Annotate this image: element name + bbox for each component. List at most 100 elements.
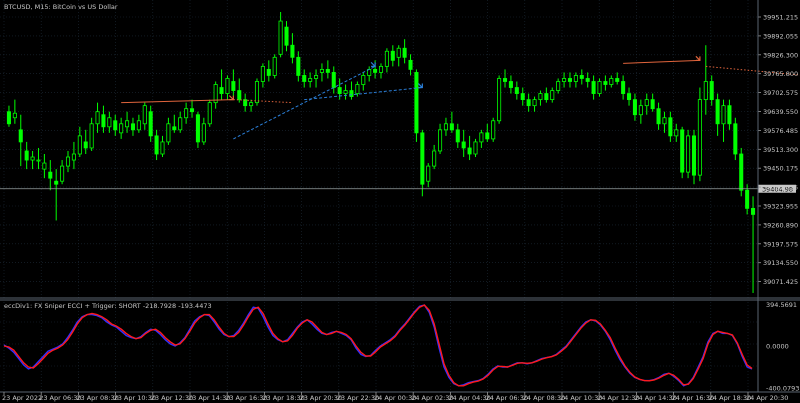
candle[interactable] [325, 60, 330, 79]
candle[interactable] [715, 93, 720, 136]
candle[interactable] [550, 87, 555, 103]
candle[interactable] [343, 84, 348, 100]
candle[interactable] [367, 66, 372, 82]
candle[interactable] [308, 72, 313, 88]
candle[interactable] [615, 72, 620, 85]
candle[interactable] [278, 12, 283, 58]
indicator-lines[interactable] [3, 304, 753, 387]
candle[interactable] [296, 51, 301, 82]
candle[interactable] [680, 126, 685, 179]
candle[interactable] [414, 69, 419, 142]
candle[interactable] [213, 81, 218, 109]
candle[interactable] [71, 141, 76, 170]
candle[interactable] [6, 105, 11, 127]
candle[interactable] [497, 75, 502, 124]
candle[interactable] [65, 150, 71, 173]
candle[interactable] [420, 129, 425, 197]
candle[interactable] [24, 141, 29, 170]
candle[interactable] [656, 102, 661, 130]
candle[interactable] [178, 111, 183, 133]
candle[interactable] [390, 45, 395, 67]
candle[interactable] [627, 87, 632, 106]
candle[interactable] [30, 150, 35, 170]
candle[interactable] [674, 123, 679, 142]
candle[interactable] [77, 126, 82, 158]
candle[interactable] [166, 117, 171, 145]
candle[interactable] [603, 75, 608, 91]
candle[interactable] [249, 99, 254, 112]
candle[interactable] [479, 129, 484, 148]
candle[interactable] [721, 99, 726, 142]
candle[interactable] [455, 123, 460, 148]
candle[interactable] [532, 96, 537, 112]
candle[interactable] [260, 63, 265, 88]
candle[interactable] [125, 111, 130, 133]
candle[interactable] [632, 93, 637, 121]
candle[interactable] [526, 93, 531, 112]
candle[interactable] [432, 144, 437, 170]
candle[interactable] [438, 123, 443, 154]
trend-line[interactable] [623, 59, 700, 64]
chart-window[interactable]: BTCUSD, M15: BitCoin vs US Dollar 39404.… [0, 0, 800, 403]
candle[interactable] [60, 160, 65, 185]
candle[interactable] [485, 123, 490, 142]
candle[interactable] [703, 45, 708, 115]
candle[interactable] [48, 160, 53, 191]
candle[interactable] [136, 114, 141, 133]
candle[interactable] [686, 129, 691, 179]
candle[interactable] [95, 102, 100, 133]
candle[interactable] [89, 117, 94, 151]
candle[interactable] [514, 81, 519, 100]
candle[interactable] [402, 39, 407, 64]
candle[interactable] [290, 33, 295, 64]
candle[interactable] [467, 135, 472, 161]
candle[interactable] [189, 99, 195, 118]
candle[interactable] [142, 102, 147, 130]
candle[interactable] [284, 21, 289, 52]
candle[interactable] [668, 111, 673, 142]
indicator-series-ecci[interactable] [3, 304, 753, 387]
candle[interactable] [384, 48, 389, 73]
candle[interactable] [266, 60, 271, 82]
candle[interactable] [408, 54, 413, 76]
candle[interactable] [113, 114, 118, 136]
candle[interactable] [449, 111, 454, 133]
candle[interactable] [709, 75, 714, 106]
candle[interactable] [508, 75, 513, 94]
candle[interactable] [591, 75, 596, 100]
candle[interactable] [272, 54, 277, 79]
candle[interactable] [319, 63, 324, 82]
candle[interactable] [520, 87, 525, 106]
candle[interactable] [567, 72, 573, 88]
trend-line[interactable] [233, 99, 293, 104]
candle[interactable] [207, 99, 212, 127]
candle[interactable] [184, 102, 189, 124]
candle[interactable] [579, 69, 584, 85]
candle[interactable] [621, 75, 626, 100]
candle[interactable] [225, 75, 230, 100]
candle[interactable] [119, 117, 124, 139]
candle[interactable] [148, 105, 153, 142]
candle[interactable] [544, 87, 549, 103]
candle[interactable] [302, 69, 307, 88]
candle[interactable] [697, 87, 702, 182]
candle[interactable] [650, 93, 655, 112]
candle[interactable] [727, 99, 732, 130]
candle[interactable] [54, 169, 59, 221]
candle[interactable] [349, 81, 354, 100]
candle[interactable] [562, 72, 567, 88]
candle[interactable] [638, 99, 643, 124]
candle[interactable] [502, 69, 508, 88]
candle[interactable] [597, 78, 602, 97]
candle[interactable] [396, 45, 401, 67]
candle[interactable] [378, 63, 384, 79]
candlestick-series[interactable] [6, 12, 756, 293]
candle[interactable] [733, 117, 738, 161]
candle[interactable] [172, 114, 177, 133]
candle[interactable] [195, 111, 200, 148]
candle[interactable] [751, 196, 756, 293]
candle[interactable] [461, 129, 466, 158]
candle[interactable] [556, 78, 561, 94]
candle[interactable] [154, 129, 159, 161]
candle[interactable] [107, 111, 112, 133]
